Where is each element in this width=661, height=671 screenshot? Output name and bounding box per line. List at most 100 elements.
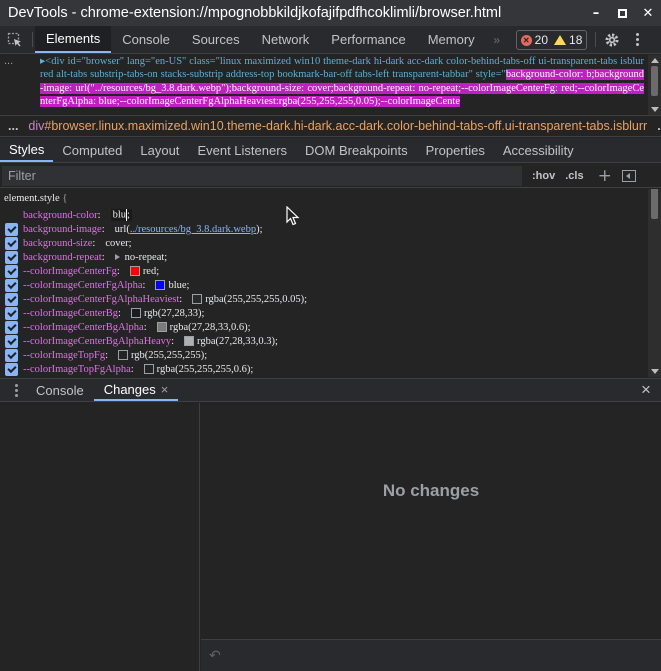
color-swatch[interactable] [156,322,167,332]
property-checkbox[interactable] [5,236,18,250]
expand-shorthand-icon[interactable] [114,254,120,260]
settings-gear-icon[interactable] [598,26,626,53]
style-property[interactable]: --colorImageTopFgAlpha: rgba(255,255,255… [0,362,253,376]
style-property[interactable]: --colorImageCenterFg: red; [0,264,159,278]
property-checkbox[interactable] [5,292,18,306]
tab-dom-breakpoints[interactable]: DOM Breakpoints [296,138,417,162]
maximize-icon[interactable] [609,0,635,26]
property-checkbox[interactable] [5,334,18,348]
property-name[interactable]: background-color [23,210,98,221]
dom-tree[interactable]: ... ▸<div id="browser" lang="en-US" clas… [0,55,661,115]
drawer-tab-console[interactable]: Console [26,379,94,401]
tab-event-listeners[interactable]: Event Listeners [188,138,296,162]
property-name[interactable]: background-repeat [23,252,102,263]
style-property[interactable]: background-size: cover; [0,236,132,250]
color-swatch[interactable] [118,350,128,360]
more-tabs-icon[interactable]: » [486,26,508,53]
property-name[interactable]: --colorImageCenterBg [23,308,118,319]
property-name[interactable]: --colorImageTopFgAlpha [23,364,131,375]
dom-node-menu-dots[interactable]: ... [4,55,13,68]
breadcrumb-node[interactable]: div#browser.linux.maximized.win10.theme-… [28,119,647,133]
tab-properties[interactable]: Properties [417,138,494,162]
property-checkbox[interactable] [5,222,18,236]
tab-layout[interactable]: Layout [131,138,188,162]
dom-tree-scrollbar[interactable] [648,55,661,115]
more-options-icon[interactable] [626,26,648,53]
property-value[interactable]: rgb(255,255,255); [131,350,207,361]
property-name[interactable]: background-size [23,238,92,249]
new-style-rule-icon[interactable]: + [598,166,612,186]
style-property[interactable]: background-color: blu; [0,208,132,222]
tab-elements[interactable]: Elements [35,26,112,53]
close-tab-icon[interactable]: × [161,382,169,397]
hover-state-button[interactable]: :hov [532,170,555,182]
style-property[interactable]: --colorImageCenterFgAlphaHeaviest: rgba(… [0,292,307,306]
property-value[interactable]: rgb(27,28,33); [144,308,204,319]
minimize-icon[interactable]: – [583,0,609,26]
issues-badge[interactable]: ✕ 20 18 [515,30,588,50]
property-value-editing[interactable]: blu; [110,209,132,221]
property-value[interactable]: blue; [168,280,189,291]
property-value[interactable]: red; [143,266,159,277]
property-name[interactable]: --colorImageTopFg [23,350,105,361]
property-checkbox[interactable] [5,348,18,362]
style-property[interactable]: --colorImageCenterBg: rgb(27,28,33); [0,306,204,320]
scroll-down-arrow-icon[interactable] [651,107,659,112]
property-checkbox[interactable] [5,362,18,376]
changes-file-list[interactable] [0,403,200,671]
scrollbar-thumb[interactable] [651,66,658,96]
style-property[interactable]: --colorImageTopFg: rgb(255,255,255); [0,348,207,362]
property-name[interactable]: --colorImageCenterFg [23,266,117,277]
style-property[interactable]: --colorImageCenterFgAlpha: blue; [0,278,189,292]
tab-computed[interactable]: Computed [53,138,131,162]
close-icon[interactable]: ✕ [635,0,661,26]
tab-styles[interactable]: Styles [0,138,54,162]
scrollbar-thumb[interactable] [651,189,658,219]
property-name[interactable]: background-image [23,224,102,235]
property-value[interactable]: cover; [105,238,131,249]
property-value[interactable]: url(../resources/bg_3.8.dark.webp); [115,224,263,235]
style-property[interactable]: --colorImageCenterBgAlphaHeavy: rgba(27,… [0,334,278,348]
styles-scrollbar[interactable] [648,189,661,377]
color-swatch[interactable] [129,266,140,276]
property-checkbox[interactable] [5,278,18,292]
breadcrumb-overflow-right[interactable]: ... [647,119,661,133]
tab-accessibility[interactable]: Accessibility [494,138,583,162]
property-name[interactable]: --colorImageCenterBgAlphaHeavy [23,336,171,347]
property-value[interactable]: rgba(27,28,33,0.3); [197,336,278,347]
color-swatch[interactable] [143,364,154,374]
property-checkbox[interactable] [5,264,18,278]
revert-icon[interactable]: ↶ [209,648,221,664]
property-name[interactable]: --colorImageCenterFgAlphaHeaviest [23,294,179,305]
dom-node-line[interactable]: ▸<div id="browser" lang="en-US" class="l… [40,55,644,108]
property-value[interactable]: rgba(27,28,33,0.6); [170,322,251,333]
tab-network[interactable]: Network [251,26,321,53]
style-property[interactable]: --colorImageCenterBgAlpha: rgba(27,28,33… [0,320,251,334]
scroll-up-arrow-icon[interactable] [651,58,659,63]
property-name[interactable]: --colorImageCenterFgAlpha [23,280,143,291]
filter-input[interactable]: Filter [2,165,522,186]
color-swatch[interactable] [184,336,195,346]
tab-console[interactable]: Console [111,26,181,53]
property-checkbox[interactable] [5,250,18,264]
style-property[interactable]: background-repeat: no-repeat; [0,250,167,264]
property-value[interactable]: rgba(255,255,255,0.05); [205,294,307,305]
class-toggle-button[interactable]: .cls [565,170,583,182]
style-property[interactable]: background-image: url(../resources/bg_3.… [0,222,263,236]
color-swatch[interactable] [192,294,203,304]
tab-memory[interactable]: Memory [417,26,486,53]
tab-sources[interactable]: Sources [181,26,251,53]
property-value[interactable]: no-repeat; [125,252,168,263]
color-swatch[interactable] [155,280,166,290]
drawer-menu-icon[interactable] [6,379,26,401]
property-value[interactable]: rgba(255,255,255,0.6); [157,364,254,375]
close-drawer-icon[interactable]: × [631,379,661,401]
tab-performance[interactable]: Performance [320,26,416,53]
property-checkbox[interactable] [5,320,18,334]
resource-link[interactable]: ../resources/bg_3.8.dark.webp [130,224,256,235]
inspect-element-icon[interactable] [0,26,30,53]
color-swatch[interactable] [130,308,141,318]
breadcrumb-overflow-left[interactable]: ... [0,119,28,133]
drawer-tab-changes[interactable]: Changes × [93,379,179,401]
property-checkbox[interactable] [5,306,18,320]
